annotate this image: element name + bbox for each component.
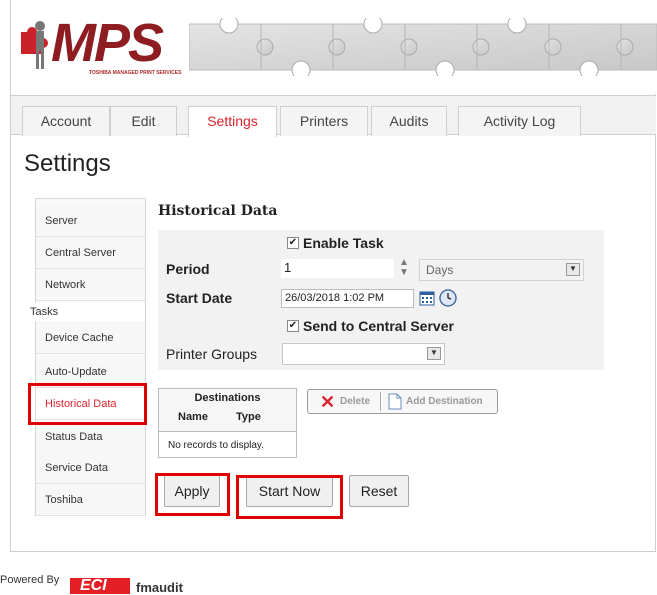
powered-by-label: Powered By [0,574,60,586]
puzzle-person-icon [21,21,48,69]
delete-destination-button[interactable]: Delete [340,392,370,412]
destination-toolbar: ✕ Delete Add Destination [307,389,498,414]
calendar-icon[interactable] [419,290,435,306]
main-tabbar: Account Edit Settings Printers Audits Ac… [11,95,656,137]
destinations-table: Destinations Name Type No records to dis… [158,388,297,458]
eci-logo: ECI [70,578,130,594]
tab-printers[interactable]: Printers [280,106,368,136]
tab-edit[interactable]: Edit [110,106,177,136]
sidebar-group-tasks: Tasks [30,303,145,321]
send-central-checkbox[interactable]: ✔ [287,320,299,332]
section-title: Historical Data [158,203,278,219]
start-now-button[interactable]: Start Now [246,475,333,507]
page-title: Settings [24,150,111,177]
period-label: Period [166,261,210,277]
reset-button[interactable]: Reset [349,475,409,507]
sidebar-item-server[interactable]: Server [36,205,145,237]
period-unit-select[interactable]: Days ▼ [419,259,584,281]
sidebar-item-historical-data[interactable]: Historical Data [36,388,145,420]
period-unit-value: Days [426,263,454,277]
sidebar-item-status-data[interactable]: Status Data [36,421,145,453]
tab-account[interactable]: Account [22,106,110,136]
sidebar-item-toshiba[interactable]: Toshiba [36,484,145,516]
apply-button[interactable]: Apply [164,475,220,507]
column-header-type[interactable]: Type [236,411,261,423]
header: MPS TOSHIBA MANAGED PRINT SERVICES [11,0,657,94]
destinations-title: Destinations [194,392,261,404]
column-header-name[interactable]: Name [178,411,208,423]
sidebar-item-device-cache[interactable]: Device Cache [36,322,145,354]
settings-sidebar: Server Central Server Network Tasks Devi… [30,198,146,516]
enable-task-label: Enable Task [303,235,384,251]
clock-icon[interactable] [439,289,457,307]
document-icon [388,393,402,410]
tab-activity-log[interactable]: Activity Log [458,106,581,136]
enable-task-checkbox[interactable]: ✔ [287,237,299,249]
toolbar-divider [380,392,381,411]
sidebar-item-auto-update[interactable]: Auto-Update [36,356,145,388]
period-input[interactable]: 1 [281,259,394,278]
period-spinner-icon[interactable]: ▲ ▼ [399,258,409,278]
add-destination-button[interactable]: Add Destination [406,392,483,412]
empty-table-message: No records to display. [168,440,264,451]
logo-subtext: TOSHIBA MANAGED PRINT SERVICES [89,70,182,76]
sidebar-item-service-data[interactable]: Service Data [36,452,145,484]
tab-settings[interactable]: Settings [188,106,277,137]
sidebar-item-central-server[interactable]: Central Server [36,237,145,269]
send-central-label: Send to Central Server [303,318,454,334]
chevron-down-icon: ▼ [566,263,580,276]
printer-groups-label: Printer Groups [166,346,258,362]
printer-groups-select[interactable]: ▼ [282,343,445,365]
tab-audits[interactable]: Audits [371,106,447,136]
start-date-input[interactable]: 26/03/2018 1:02 PM [281,289,414,308]
sidebar-item-network[interactable]: Network [36,269,145,301]
chevron-down-icon: ▼ [427,347,441,360]
fmaudit-logo: fmaudit [136,580,183,595]
puzzle-banner-graphic [189,18,657,76]
start-date-label: Start Date [166,290,233,306]
mps-logo: MPS [51,13,164,73]
delete-x-icon: ✕ [320,392,336,412]
